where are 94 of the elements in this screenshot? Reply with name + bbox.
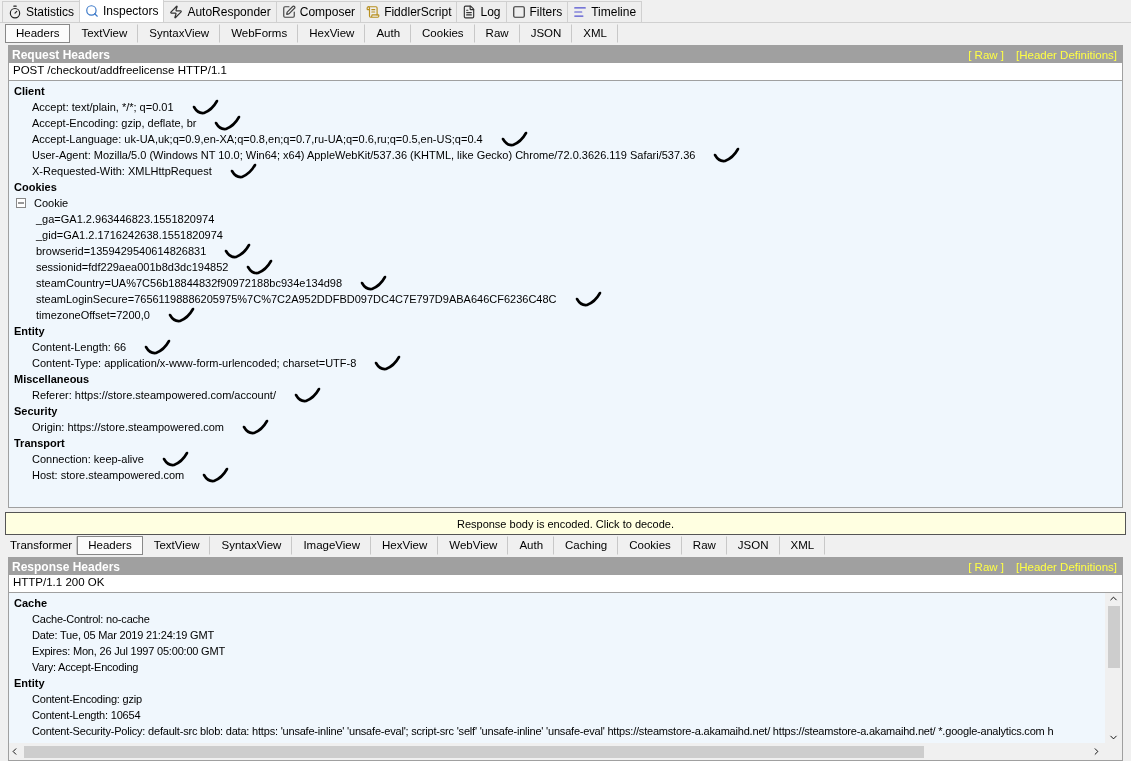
group-heading: Entity <box>14 676 46 691</box>
inspector-tab[interactable]: Raw <box>681 535 727 555</box>
inspector-tab[interactable]: SyntaxView <box>138 23 221 43</box>
inspector-tab[interactable]: Cookies <box>618 535 682 555</box>
header-line: Origin: https://store.steampowered.com <box>32 420 224 435</box>
header-line: Expires: Mon, 26 Jul 1997 05:00:00 GMT <box>32 644 225 659</box>
handwritten-tick-icon <box>574 290 603 308</box>
inspector-tab[interactable]: Raw <box>474 23 520 43</box>
scroll-icon <box>366 5 381 19</box>
header-line: Content-Length: 10654 <box>32 708 141 723</box>
handwritten-tick-icon <box>161 450 190 468</box>
stopwatch-icon <box>8 5 22 19</box>
header-line: Date: Tue, 05 Mar 2019 21:24:19 GMT <box>32 628 214 643</box>
inspector-tab[interactable]: Cookies <box>411 23 475 43</box>
group-heading: Cache <box>14 596 49 611</box>
handwritten-tick-icon <box>167 306 196 324</box>
handwritten-tick-icon <box>713 146 742 164</box>
header-line: steamLoginSecure=76561198886205975%7C%7C2A952DDFBD097DC4C7E797D9ABA646CF6236C48C <box>36 292 557 307</box>
handwritten-tick-icon <box>293 386 322 404</box>
header-line: Referer: https://store.steampowered.com/account/ <box>32 388 276 403</box>
header-line: sessionid=fdf229aea001b8d3dc194852 <box>36 260 229 275</box>
magnifier-icon <box>85 4 99 18</box>
header-line: Cookie <box>34 196 69 211</box>
handwritten-tick-icon <box>246 258 275 276</box>
header-line: Vary: Accept-Encoding <box>32 660 139 675</box>
inspector-tab[interactable]: JSON <box>726 535 780 555</box>
header-line: User-Agent: Mozilla/5.0 (Windows NT 10.0; Win64; x64) AppleWebKit/537.36 (KHTML, like Gecko) Chrome/72.0.3626.119 Safari/537.36 <box>32 148 696 163</box>
handwritten-tick-icon <box>144 338 173 356</box>
header-line: Connection: keep-alive <box>32 452 144 467</box>
inspector-tab[interactable]: Headers <box>5 23 71 43</box>
header-line: Content-Type: application/x-www-form-urlencoded; charset=UTF-8 <box>32 356 357 371</box>
inspector-tab[interactable]: Headers <box>77 535 143 555</box>
handwritten-tick-icon <box>229 162 258 180</box>
collapse-toggle[interactable] <box>16 198 26 208</box>
inspector-tab[interactable]: TextView <box>142 535 211 555</box>
inspector-tab[interactable]: TextView <box>70 23 139 43</box>
main-tab[interactable]: Inspectors <box>79 0 165 22</box>
inspector-tab[interactable]: HexView <box>371 535 439 555</box>
timeline-icon <box>573 5 588 19</box>
inspector-tab[interactable]: SyntaxView <box>210 535 293 555</box>
handwritten-tick-icon <box>224 242 253 260</box>
handwritten-tick-icon <box>360 274 389 292</box>
main-tab[interactable]: Log <box>456 1 507 22</box>
header-line: Accept-Encoding: gzip, deflate, br <box>32 116 197 131</box>
header-line: _ga=GA1.2.963446823.1551820974 <box>36 212 215 227</box>
main-tab[interactable]: Timeline <box>567 1 643 22</box>
main-tab[interactable]: Statistics <box>2 1 80 22</box>
header-line: Accept-Language: uk-UA,uk;q=0.9,en-XA;q=0.8,en;q=0.7,ru-UA;q=0.6,ru;q=0.5,en-US;q=0.4 <box>32 132 483 147</box>
checkbox-icon <box>511 5 526 19</box>
header-line: Content-Encoding: gzip <box>32 692 142 707</box>
panel-title: Request Headers <box>12 47 112 62</box>
main-tab[interactable]: Composer <box>275 1 362 22</box>
inspector-tab[interactable]: Caching <box>554 535 619 555</box>
inspector-tab[interactable]: JSON <box>519 23 573 43</box>
panel-title: Response Headers <box>12 559 122 574</box>
horizontal-scrollbar[interactable] <box>9 743 1122 760</box>
header-line: Host: store.steampowered.com <box>32 468 185 483</box>
group-heading: Security <box>14 404 59 419</box>
main-tab[interactable]: FiddlerScript <box>360 1 458 22</box>
inspector-tab[interactable]: WebView <box>438 535 509 555</box>
header-line: _gid=GA1.2.1716242638.1551820974 <box>36 228 223 243</box>
header-line: Cache-Control: no-cache <box>32 612 150 627</box>
inspector-tab[interactable]: HexView <box>298 23 366 43</box>
inspector-tab[interactable]: Auth <box>508 535 555 555</box>
group-heading: Cookies <box>14 180 58 195</box>
pencil-icon <box>281 5 296 19</box>
header-line: steamCountry=UA%7C56b18844832f90972188bc934e134d98 <box>36 276 343 291</box>
handwritten-tick-icon <box>191 98 220 116</box>
lightning-icon <box>169 5 184 19</box>
header-line: timezoneOffset=7200,0 <box>36 308 150 323</box>
main-tab[interactable]: AutoResponder <box>163 1 277 22</box>
inspector-tab[interactable]: ImageView <box>292 535 372 555</box>
header-line: Content-Security-Policy: default-src blob: data: https: 'unsafe-inline' 'unsafe-eval'; script-src 'self' 'unsafe-inline' 'unsafe-eval' https://steamstore-a.akamaihd.net/ https://steamstore-a.akamaihd.net/ *.google-analytics.com h <box>32 724 1054 739</box>
document-icon <box>462 5 477 19</box>
group-heading: Miscellaneous <box>14 372 91 387</box>
handwritten-tick-icon <box>241 418 270 436</box>
header-line: Content-Length: 66 <box>32 340 127 355</box>
handwritten-tick-icon <box>214 114 243 132</box>
inspector-tab[interactable]: WebForms <box>220 23 299 43</box>
header-line: browserid=1359429540614826831 <box>36 244 207 259</box>
vertical-scrollbar[interactable] <box>1105 593 1122 743</box>
header-line: X-Requested-With: XMLHttpRequest <box>32 164 212 179</box>
decode-notice[interactable]: Response body is encoded. Click to decode. <box>5 512 1126 535</box>
group-heading: Client <box>14 84 46 99</box>
header-line: Accept: text/plain, */*; q=0.01 <box>32 100 174 115</box>
handwritten-tick-icon <box>374 354 403 372</box>
inspector-tab[interactable]: Auth <box>365 23 412 43</box>
handwritten-tick-icon <box>202 466 231 484</box>
minus-icon <box>18 200 24 206</box>
group-heading: Entity <box>14 324 46 339</box>
handwritten-tick-icon <box>500 130 529 148</box>
inspector-tab[interactable]: XML <box>779 535 826 555</box>
group-heading: Transport <box>14 436 66 451</box>
inspector-tab[interactable]: XML <box>572 23 618 43</box>
